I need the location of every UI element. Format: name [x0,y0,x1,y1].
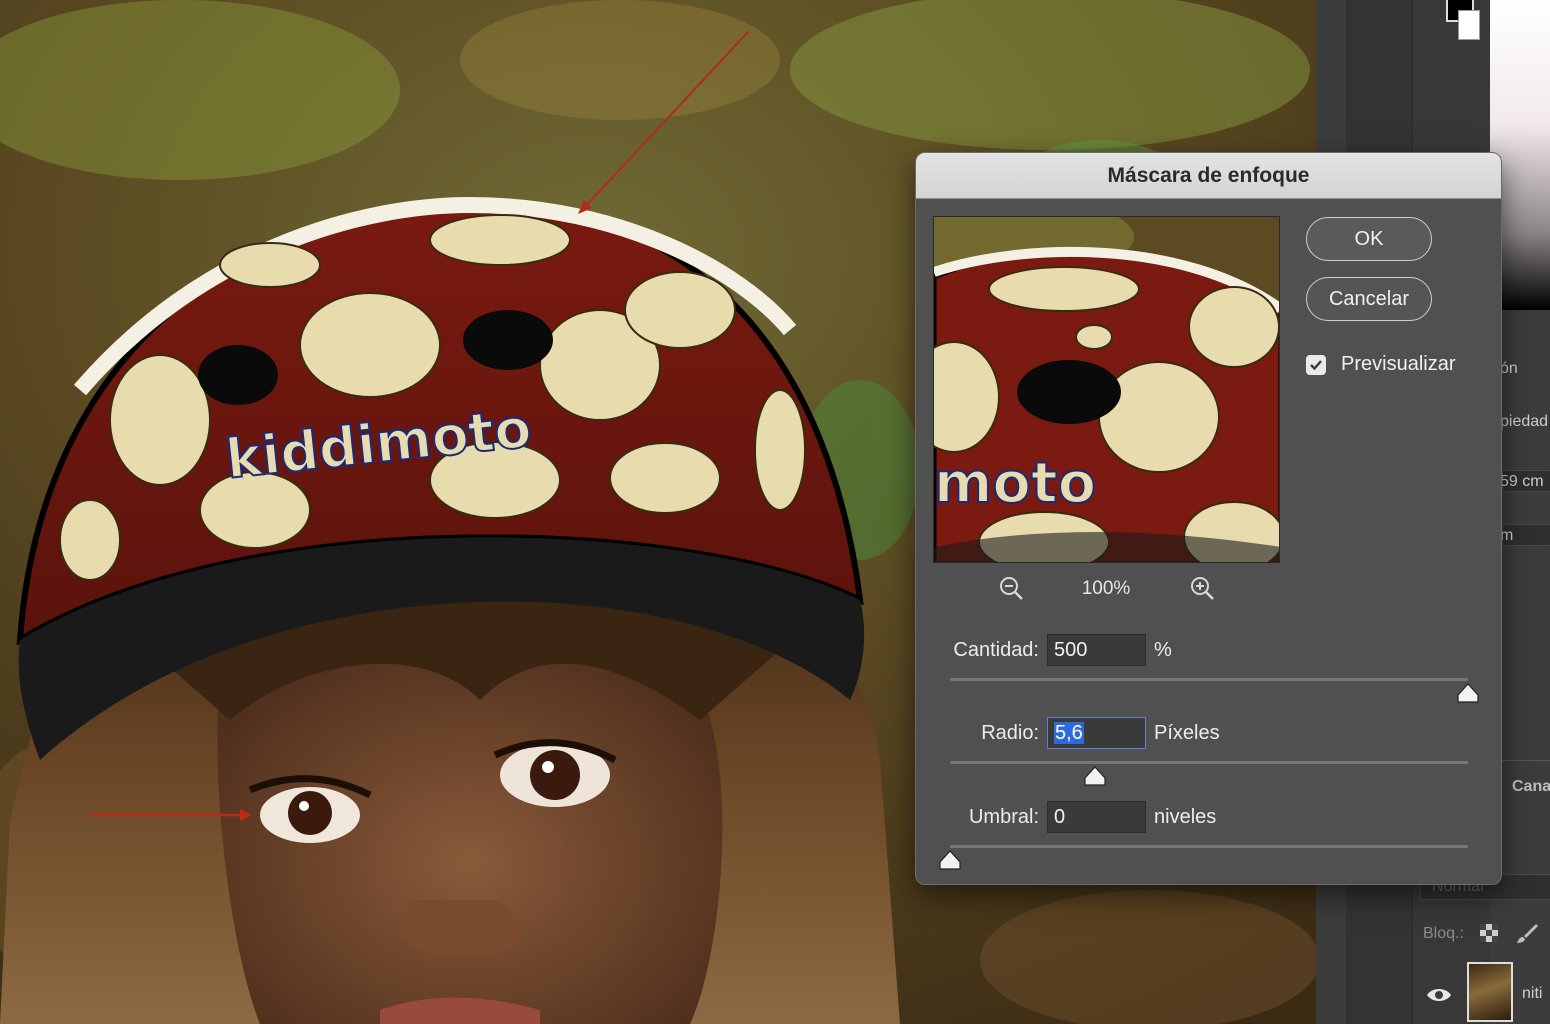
filter-preview[interactable]: moto [933,216,1280,563]
background-color-swatch[interactable] [1458,10,1480,40]
amount-slider-track[interactable] [950,678,1468,681]
radius-input[interactable]: 5,6 [1047,717,1146,749]
dialog-title: Máscara de enfoque [1107,164,1310,187]
properties-label: piedad [1500,413,1549,430]
amount-unit: % [1154,639,1172,661]
preview-label[interactable]: Previsualizar [1341,353,1455,376]
checkmark-icon [1310,360,1322,371]
amount-slider-thumb[interactable] [1457,683,1479,703]
radius-unit: Píxeles [1154,722,1220,744]
threshold-slider-thumb[interactable] [939,850,961,870]
width-value: 59 cm [1500,473,1544,490]
zoom-level: 100% [1081,578,1131,599]
panel-tab-label[interactable]: ón [1500,360,1518,378]
preview-image: moto [934,217,1279,562]
preview-checkbox[interactable] [1306,355,1326,375]
lock-label: Bloq.: [1423,925,1464,942]
dialog-titlebar[interactable]: Máscara de enfoque [916,153,1501,199]
brush-icon[interactable] [1516,922,1538,944]
threshold-slider-track[interactable] [950,845,1468,848]
eye-icon[interactable] [1426,986,1452,1004]
preview-brand-text: moto [934,451,1096,516]
amount-input[interactable]: 500 [1047,634,1146,666]
zoom-out-icon[interactable] [998,575,1024,601]
cancel-button[interactable]: Cancelar [1306,277,1432,321]
amount-label: Cantidad: [953,639,1039,661]
threshold-input[interactable]: 0 [1047,801,1146,833]
tab-channels[interactable]: Cana [1512,778,1550,796]
threshold-label: Umbral: [968,806,1039,828]
radius-slider-track[interactable] [950,761,1468,764]
radius-label: Radio: [981,722,1039,744]
threshold-unit: niveles [1154,806,1217,828]
layer-name[interactable]: niti [1522,985,1542,1003]
lock-transparency-icon[interactable] [1480,924,1498,942]
zoom-in-icon[interactable] [1189,575,1215,601]
radius-value: 5,6 [1054,722,1084,744]
ok-button[interactable]: OK [1306,217,1432,261]
radius-slider-thumb[interactable] [1084,766,1106,786]
unsharp-mask-dialog: Máscara de enfoque moto 100% OK Cancelar… [915,152,1502,885]
layer-thumbnail[interactable] [1467,962,1513,1022]
divider [1496,760,1550,761]
